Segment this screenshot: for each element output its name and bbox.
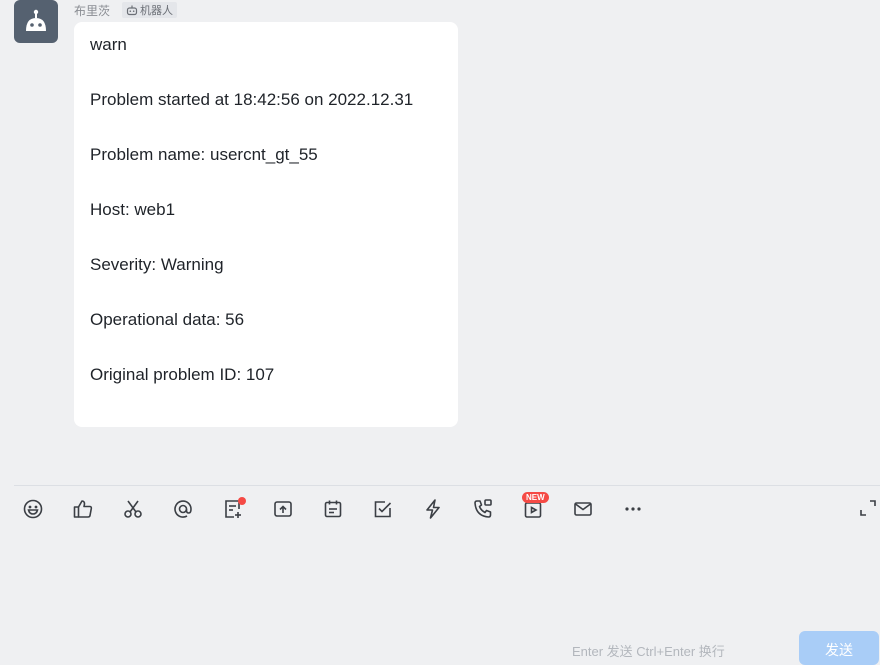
message-line: Operational data: 56 bbox=[90, 310, 245, 329]
composer-toolbar: NEW bbox=[14, 485, 880, 530]
video-icon[interactable]: NEW bbox=[520, 492, 549, 522]
more-icon[interactable] bbox=[620, 496, 646, 522]
message-line: Original problem ID: 107 bbox=[90, 365, 275, 384]
lightning-icon[interactable] bbox=[420, 496, 446, 522]
mail-icon[interactable] bbox=[570, 496, 596, 522]
expand-icon[interactable] bbox=[858, 498, 878, 518]
at-icon[interactable] bbox=[170, 496, 196, 522]
robot-icon bbox=[26, 9, 46, 31]
scissors-icon[interactable] bbox=[120, 496, 146, 522]
calendar-icon[interactable] bbox=[320, 496, 346, 522]
sender-header: 布里茨 机器人 bbox=[74, 2, 178, 19]
new-badge: NEW bbox=[522, 492, 549, 503]
robot-small-icon bbox=[126, 5, 138, 16]
message-bubble: warn Problem started at 18:42:56 on 2022… bbox=[74, 22, 458, 427]
bot-tag: 机器人 bbox=[122, 2, 178, 18]
message-line: Problem started at 18:42:56 on 2022.12.3… bbox=[90, 90, 414, 109]
upload-folder-icon[interactable] bbox=[270, 496, 296, 522]
shortcut-hint: Enter 发送 Ctrl+Enter 换行 bbox=[572, 644, 725, 659]
phone-icon[interactable] bbox=[470, 496, 496, 522]
note-icon[interactable] bbox=[220, 496, 246, 522]
message-line: Severity: Warning bbox=[90, 255, 224, 274]
sender-name[interactable]: 布里茨 bbox=[74, 2, 110, 19]
message-line: warn bbox=[90, 35, 127, 54]
bot-tag-label: 机器人 bbox=[140, 5, 174, 17]
thumbs-up-icon[interactable] bbox=[70, 496, 96, 522]
emoji-icon[interactable] bbox=[20, 496, 46, 522]
message-line: Host: web1 bbox=[90, 200, 176, 219]
send-button[interactable]: 发送 bbox=[799, 631, 879, 665]
task-check-icon[interactable] bbox=[370, 496, 396, 522]
message-line: Problem name: usercnt_gt_55 bbox=[90, 145, 318, 164]
bot-avatar[interactable] bbox=[14, 0, 58, 43]
notification-dot bbox=[238, 497, 246, 505]
